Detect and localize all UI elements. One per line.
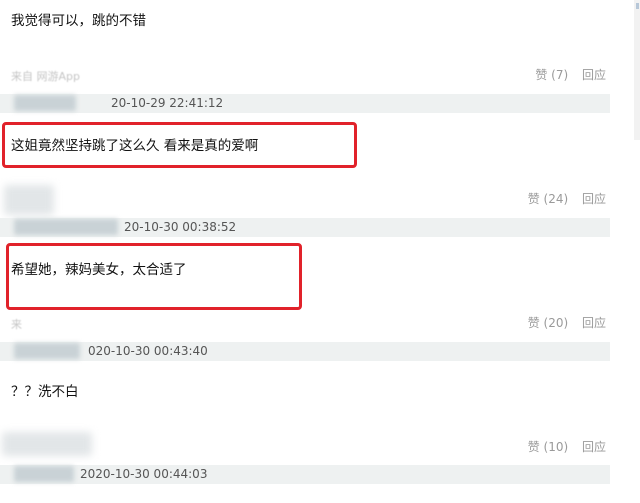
reply-button[interactable]: 回应 xyxy=(582,438,606,455)
comment-time: 2020-10-30 00:44:03 xyxy=(80,467,208,481)
highlight-box xyxy=(2,122,357,168)
comment-time-bar: 20-10-30 00:38:52 xyxy=(0,218,610,237)
edge-marker xyxy=(636,3,639,9)
blurred-username xyxy=(14,219,118,235)
comment-meta: 来 赞 (20) 回应 xyxy=(0,314,610,332)
comment-actions: 赞 (10) 回应 xyxy=(518,438,606,455)
comment-text: 我觉得可以，跳的不错 xyxy=(11,13,146,29)
comment-source: 来 xyxy=(11,318,22,331)
blurred-username xyxy=(14,95,76,111)
comment-source: 来自 网游App xyxy=(11,70,80,83)
blurred-username xyxy=(14,466,74,482)
comment-meta: 赞 (24) 回应 xyxy=(0,190,610,208)
comment-meta: 赞 (10) 回应 xyxy=(0,438,610,456)
comment-time-bar: 020-10-30 00:43:40 xyxy=(0,342,610,361)
reply-button[interactable]: 回应 xyxy=(582,190,606,207)
comment-time-bar: 20-10-29 22:41:12 xyxy=(0,94,610,113)
like-button[interactable]: 赞 (7) xyxy=(535,66,568,83)
like-button[interactable]: 赞 (24) xyxy=(528,190,568,207)
reply-button[interactable]: 回应 xyxy=(582,314,606,331)
blurred-username xyxy=(14,343,80,359)
comment-time: 020-10-30 00:43:40 xyxy=(88,344,208,358)
comment-meta: 来自 网游App 赞 (7) 回应 xyxy=(0,66,610,84)
comment-actions: 赞 (24) 回应 xyxy=(518,190,606,207)
comment-time: 20-10-30 00:38:52 xyxy=(124,220,237,234)
highlight-box xyxy=(6,243,302,310)
comment-time-bar: 2020-10-30 00:44:03 xyxy=(0,465,610,484)
right-edge-panel xyxy=(634,0,640,140)
like-button[interactable]: 赞 (20) xyxy=(528,314,568,331)
comment-time: 20-10-29 22:41:12 xyxy=(111,96,224,110)
comment-actions: 赞 (7) 回应 xyxy=(525,66,606,83)
reply-button[interactable]: 回应 xyxy=(582,66,606,83)
like-button[interactable]: 赞 (10) xyxy=(528,438,568,455)
comment-text: ？？洗不白 xyxy=(11,384,79,400)
comment-actions: 赞 (20) 回应 xyxy=(518,314,606,331)
